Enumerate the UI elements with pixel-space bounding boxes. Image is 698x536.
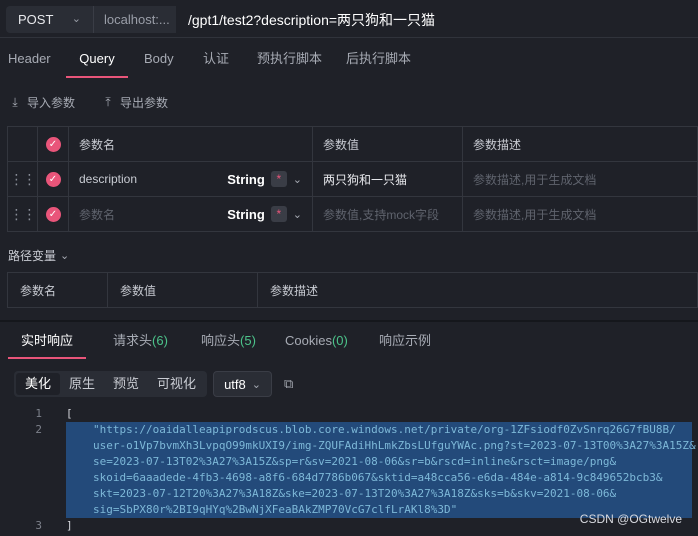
table-row: ⋮⋮ ✓ 参数名 String * ⌄ 参数值,支持mock字段 参数描述,用于…: [7, 196, 698, 232]
header-param-name: 参数名: [7, 272, 108, 308]
import-label: 导入参数: [27, 95, 76, 110]
url-path-input[interactable]: /gpt1/test2?description=两只狗和一只猫: [176, 6, 692, 33]
tab-label: 响应头: [201, 333, 241, 348]
chevron-down-icon[interactable]: ⌄: [293, 173, 302, 186]
tab-response-example[interactable]: 响应示例: [379, 323, 431, 359]
header-param-value: 参数值: [107, 272, 258, 308]
method-label: POST: [18, 12, 54, 27]
upload-icon: ⤒: [105, 94, 111, 109]
tab-cookies[interactable]: Cookies(0): [285, 323, 348, 359]
download-icon: ⤓: [12, 94, 18, 109]
header-param-desc: 参数描述: [257, 272, 698, 308]
export-label: 导出参数: [120, 95, 169, 110]
required-toggle[interactable]: *: [270, 171, 287, 187]
path-vars-table: 参数名 参数值 参数描述: [7, 272, 698, 308]
json-close-bracket: ]: [66, 519, 73, 532]
line-number: 1: [35, 407, 42, 420]
request-tabs: Header Query Body 认证 预执行脚本 后执行脚本: [0, 42, 698, 78]
required-toggle[interactable]: *: [270, 206, 287, 222]
drag-handle-icon: ⋮⋮: [9, 205, 37, 222]
param-value-input[interactable]: 参数值,支持mock字段: [312, 196, 463, 232]
param-value[interactable]: 两只狗和一只猫: [312, 161, 463, 197]
param-name-input[interactable]: 参数名: [79, 206, 115, 223]
method-select[interactable]: POST ⌄: [6, 6, 94, 33]
row-checkbox[interactable]: ✓: [37, 161, 69, 197]
tab-realtime-response[interactable]: 实时响应: [8, 323, 86, 359]
table-header-row: ✓ 参数名 参数值 参数描述: [7, 126, 698, 162]
tab-label: 请求头: [113, 333, 153, 348]
check-icon: ✓: [45, 137, 61, 152]
format-toolbar: 美化 原生 预览 可视化 utf8 ⌄ ⧉: [14, 370, 293, 398]
param-desc-input[interactable]: 参数描述,用于生成文档: [462, 196, 698, 232]
chevron-down-icon: ⌄: [251, 378, 261, 391]
encoding-value: utf8: [224, 376, 246, 392]
count-badge: (6): [152, 333, 168, 348]
visualize-button[interactable]: 可视化: [148, 373, 205, 395]
check-icon: ✓: [45, 207, 61, 222]
table-row: ⋮⋮ ✓ description String * ⌄ 两只狗和一只猫 参数描述…: [7, 161, 698, 197]
param-name-cell[interactable]: 参数名 String * ⌄: [68, 196, 313, 232]
check-icon: ✓: [45, 172, 61, 187]
path-vars-toggle[interactable]: 路径变量 ⌄: [8, 247, 69, 264]
chevron-down-icon: ⌄: [71, 13, 81, 25]
drag-handle[interactable]: ⋮⋮: [7, 161, 38, 197]
copy-icon[interactable]: ⧉: [284, 376, 293, 392]
tab-response-headers[interactable]: 响应头(5): [201, 323, 256, 359]
type-select[interactable]: String: [227, 207, 265, 222]
json-string-line: skoid=6aaadede-4fb3-4698-a8f6-684d7786b0…: [93, 471, 663, 484]
import-button[interactable]: ⤓ 导入参数: [8, 94, 75, 111]
response-tabs: 实时响应 请求头(6) 响应头(5) Cookies(0) 响应示例: [0, 323, 698, 359]
json-string-line: sig=SbPX80r%2BI9qHYq%2BwNjXFeaBAkZMP70Vc…: [93, 503, 458, 516]
header-param-desc: 参数描述: [462, 126, 698, 162]
json-string-line: skt=2023-07-12T20%3A27%3A18Z&ske=2023-07…: [93, 487, 617, 500]
table-header-row: 参数名 参数值 参数描述: [7, 272, 698, 308]
json-open-bracket: [: [66, 407, 73, 420]
beautify-button[interactable]: 美化: [16, 373, 61, 395]
chevron-down-icon[interactable]: ⌄: [293, 208, 302, 221]
line-number: 2: [35, 423, 42, 436]
drag-handle[interactable]: ⋮⋮: [7, 196, 38, 232]
tab-auth[interactable]: 认证: [203, 42, 229, 78]
path-vars-label: 路径变量: [8, 249, 57, 263]
header-param-value: 参数值: [312, 126, 463, 162]
query-params-table: ✓ 参数名 参数值 参数描述 ⋮⋮ ✓ description String *…: [7, 126, 698, 232]
drag-handle-icon: ⋮⋮: [9, 170, 37, 187]
line-number: 3: [35, 519, 42, 532]
count-badge: (0): [331, 333, 348, 348]
raw-button[interactable]: 原生: [60, 373, 104, 395]
json-string-line: se=2023-07-13T02%3A27%3A15Z&sp=r&sv=2021…: [93, 455, 617, 468]
watermark: CSDN @OGtwelve: [579, 512, 682, 526]
json-string-line: "https://oaidalleapiprodscus.blob.core.w…: [93, 423, 676, 436]
select-all-checkbox[interactable]: ✓: [37, 126, 69, 162]
param-toolbar: ⤓ 导入参数 ⤒ 导出参数: [8, 92, 168, 112]
encoding-select[interactable]: utf8 ⌄: [213, 371, 272, 397]
url-bar: POST ⌄ localhost:... /gpt1/test2?descrip…: [0, 0, 698, 38]
host-field[interactable]: localhost:...: [94, 6, 176, 33]
row-checkbox[interactable]: ✓: [37, 196, 69, 232]
tab-request-headers[interactable]: 请求头(6): [113, 323, 168, 359]
param-name-cell[interactable]: description String * ⌄: [68, 161, 313, 197]
tab-body[interactable]: Body: [144, 42, 174, 78]
preview-button[interactable]: 预览: [104, 373, 148, 395]
chevron-down-icon: ⌄: [60, 250, 70, 262]
tab-header[interactable]: Header: [8, 42, 51, 78]
json-string-line: user-o1Vp7bvmXh3LvpqO99mkUXI9/img-ZQUFAd…: [93, 439, 696, 452]
format-switch: 美化 原生 预览 可视化: [14, 371, 208, 397]
count-badge: (5): [240, 333, 256, 348]
export-button[interactable]: ⤒ 导出参数: [101, 94, 168, 111]
tab-query[interactable]: Query: [66, 42, 128, 78]
param-name: description: [79, 172, 138, 186]
param-desc-input[interactable]: 参数描述,用于生成文档: [462, 161, 698, 197]
tab-label: Cookies: [285, 333, 332, 348]
tab-post-script[interactable]: 后执行脚本: [346, 42, 411, 78]
type-select[interactable]: String: [227, 172, 265, 187]
header-param-name: 参数名: [68, 126, 313, 162]
panel-divider[interactable]: [0, 320, 698, 322]
tab-pre-script[interactable]: 预执行脚本: [257, 42, 322, 78]
